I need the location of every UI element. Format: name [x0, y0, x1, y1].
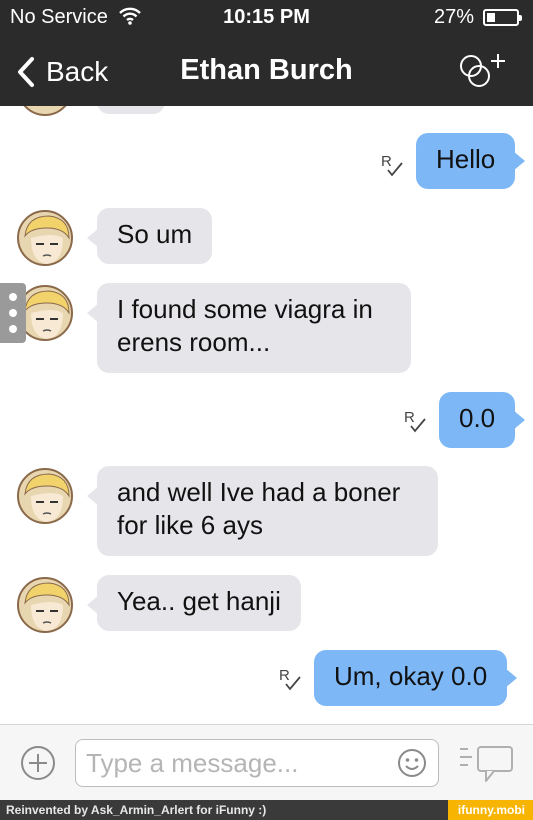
avatar[interactable]	[17, 210, 73, 266]
message-text-line: and well Ive had a boner	[117, 477, 401, 507]
status-bar: No Service 10:15 PM 27%	[0, 0, 533, 34]
emoji-icon[interactable]	[397, 748, 427, 778]
composer-bar	[0, 724, 533, 800]
message-bubble-outgoing[interactable]: 0.0	[439, 392, 526, 448]
message-text-line: I found some viagra in	[117, 294, 373, 324]
message-text-line: erens room...	[117, 327, 271, 357]
avatar-face-icon	[24, 290, 70, 339]
message-bubble-outgoing[interactable]: Um, okay 0.0	[314, 650, 518, 706]
side-panel-handle[interactable]	[0, 283, 26, 343]
avatar[interactable]	[17, 577, 73, 633]
message-text: Hello	[436, 144, 496, 174]
message-text: So um	[117, 219, 193, 249]
message-bubble-incoming[interactable]: So um	[86, 208, 213, 264]
message-bubble-partial	[97, 106, 165, 114]
message-bubble-incoming[interactable]: and well Ive had a boner for like 6 ays	[87, 466, 438, 556]
svg-text:R: R	[404, 409, 415, 426]
conversation-title: Ethan Burch	[180, 54, 353, 86]
message-bubble-outgoing[interactable]: Hello	[416, 133, 526, 189]
svg-text:R: R	[381, 153, 392, 170]
app-header: No Service 10:15 PM 27% Back Ethan Burch	[0, 0, 533, 106]
handle-dot	[9, 309, 17, 317]
quick-reply-icon[interactable]	[458, 743, 516, 785]
message-text: Yea.. get hanji	[117, 586, 281, 616]
avatar-face-icon	[24, 582, 70, 631]
plus-circle-icon[interactable]	[20, 745, 56, 781]
group-add-icon[interactable]	[456, 52, 508, 92]
watermark-bar: Reinvented by Ask_Armin_Arlert for iFunn…	[0, 800, 533, 820]
message-text-line: for like 6 ays	[117, 510, 263, 540]
message-input[interactable]	[75, 739, 439, 787]
credit-text: Reinvented by Ask_Armin_Arlert for iFunn…	[6, 803, 267, 817]
avatar	[17, 106, 73, 116]
message-bubble-incoming[interactable]: I found some viagra in erens room...	[87, 283, 411, 373]
handle-dot	[9, 293, 17, 301]
message-bubble-incoming[interactable]: Yea.. get hanji	[87, 575, 301, 631]
site-watermark: ifunny.mobi	[447, 800, 533, 820]
battery-icon	[483, 9, 522, 26]
battery-percent: 27%	[434, 6, 475, 28]
avatar-face-icon	[24, 215, 70, 264]
svg-text:R: R	[279, 667, 290, 684]
message-text: Um, okay 0.0	[334, 661, 488, 691]
message-list[interactable]: R Hello So um I found some viagra in ere…	[0, 106, 533, 724]
handle-dot	[9, 325, 17, 333]
avatar-face-icon	[24, 473, 70, 522]
avatar[interactable]	[17, 468, 73, 524]
read-receipt-icon: R	[404, 409, 426, 433]
read-receipt-icon: R	[381, 153, 403, 177]
message-text: 0.0	[459, 403, 496, 433]
read-receipt-icon: R	[279, 667, 301, 691]
battery-level	[487, 13, 495, 22]
